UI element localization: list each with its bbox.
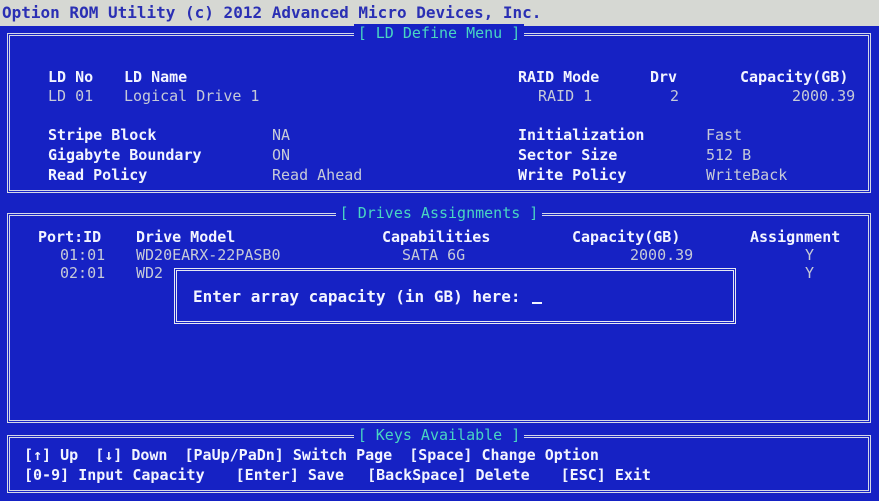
header-ld-no: LD No (48, 68, 94, 86)
text-cursor[interactable] (532, 288, 543, 304)
header-drive-model: Drive Model (136, 228, 236, 246)
drive-row-2-assignment[interactable]: Y (805, 264, 814, 282)
keys-line-2: [0-9] Input Capacity [Enter] Save [BackS… (24, 466, 651, 484)
drive-row-2-port: 02:01 (60, 264, 106, 282)
stripe-block-value[interactable]: NA (272, 126, 290, 144)
stripe-block-label: Stripe Block (48, 126, 157, 144)
capacity-value[interactable]: 2000.39 (792, 87, 855, 105)
key-save: [Enter] Save (235, 466, 345, 484)
header-capacity: Capacity(GB) (740, 68, 849, 86)
initialization-label: Initialization (518, 126, 645, 144)
header-raid-mode: RAID Mode (518, 68, 600, 86)
key-switch-page: [PaUp/PaDn] Switch Page (184, 446, 393, 464)
drive-row-1-capabilities: SATA 6G (402, 246, 466, 264)
write-policy-value[interactable]: WriteBack (706, 166, 787, 184)
key-delete: [BackSpace] Delete (367, 466, 530, 484)
sector-size-value[interactable]: 512 B (706, 146, 751, 164)
gigabyte-boundary-value[interactable]: ON (272, 146, 290, 164)
gigabyte-boundary-label: Gigabyte Boundary (48, 146, 202, 164)
app-title-bar: Option ROM Utility (c) 2012 Advanced Mic… (0, 0, 879, 26)
key-down: [↓] Down (95, 446, 168, 464)
drive-row-1-capacity: 2000.39 (630, 246, 694, 264)
key-change-option: [Space] Change Option (409, 446, 599, 464)
ld-name-value[interactable]: Logical Drive 1 (124, 87, 259, 105)
write-policy-label: Write Policy (518, 166, 627, 184)
read-policy-label: Read Policy (48, 166, 148, 184)
capacity-prompt-text: Enter array capacity (in GB) here: (193, 287, 521, 306)
ld-no-value[interactable]: LD 01 (48, 87, 93, 105)
header-capabilities: Capabilities (382, 228, 491, 246)
drive-row-1-model: WD20EARX-22PASB0 (136, 246, 281, 264)
drive-row-1-assignment[interactable]: Y (805, 246, 814, 264)
keys-available-panel: [ Keys Available ] [↑] Up [↓] Down [PaUp… (7, 426, 871, 493)
drive-row-2-model: WD2 (136, 264, 164, 282)
drive-row-1-port: 01:01 (60, 246, 106, 264)
initialization-value[interactable]: Fast (706, 126, 742, 144)
ld-define-title: [ LD Define Menu ] (353, 24, 525, 42)
header-ld-name: LD Name (124, 68, 188, 86)
ld-define-panel: [ LD Define Menu ] LD No LD Name RAID Mo… (7, 24, 871, 193)
header-port-id: Port:ID (38, 228, 102, 246)
read-policy-value[interactable]: Read Ahead (272, 166, 362, 184)
key-exit: [ESC] Exit (560, 466, 651, 484)
capacity-input-dialog[interactable]: Enter array capacity (in GB) here: (174, 268, 736, 324)
keys-line-1: [↑] Up [↓] Down [PaUp/PaDn] Switch Page … (24, 446, 599, 464)
drv-value: 2 (670, 87, 680, 105)
drives-assignments-title: [ Drives Assignments ] (335, 204, 543, 222)
sector-size-label: Sector Size (518, 146, 618, 164)
key-input-capacity: [0-9] Input Capacity (24, 466, 205, 484)
keys-available-title: [ Keys Available ] (353, 426, 525, 444)
header-drive-capacity: Capacity(GB) (572, 228, 681, 246)
key-up: [↑] Up (24, 446, 79, 464)
app-title: Option ROM Utility (c) 2012 Advanced Mic… (2, 3, 542, 22)
header-drv: Drv (650, 68, 678, 86)
header-assignment: Assignment (750, 228, 841, 246)
raid-mode-value[interactable]: RAID 1 (538, 87, 592, 105)
